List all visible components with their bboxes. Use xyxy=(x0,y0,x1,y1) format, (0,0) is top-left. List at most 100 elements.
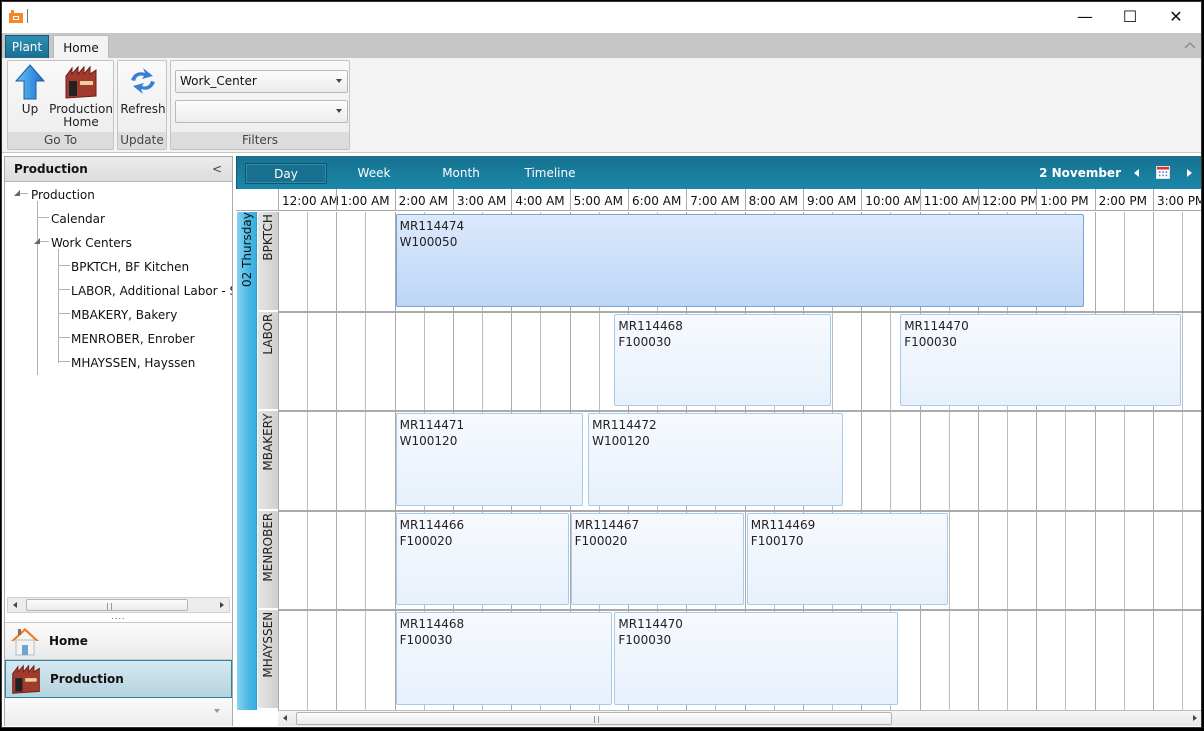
nav-overflow-bar xyxy=(5,698,232,726)
tree-item-menrober[interactable]: MENROBER, Enrober xyxy=(71,331,195,347)
work-center-filter-combo[interactable]: Work_Center xyxy=(175,70,348,93)
tree-connector xyxy=(58,249,59,363)
appointment[interactable]: MR114468 F100030 xyxy=(395,612,613,705)
scroll-right-icon[interactable] xyxy=(1193,715,1197,721)
nav-home-label: Home xyxy=(49,634,88,648)
previous-day-icon[interactable] xyxy=(1134,169,1139,177)
time-ruler: 12:00 AM 1:00 AM 2:00 AM 3:00 AM 4:00 AM 5:00… xyxy=(236,189,1201,211)
tree-connector xyxy=(58,313,70,314)
home-icon xyxy=(11,628,39,656)
tree-item-mhayssen[interactable]: MHAYSSEN, Hayssen xyxy=(71,355,195,371)
appointment-id: MR114466 xyxy=(399,517,465,532)
view-week-button[interactable]: Week xyxy=(337,163,411,184)
scroll-left-icon[interactable] xyxy=(13,602,17,608)
resource-header-menrober: MENROBER xyxy=(258,510,278,610)
resource-label: MENROBER xyxy=(261,512,275,582)
view-day-button[interactable]: Day xyxy=(245,163,327,184)
up-button[interactable]: Up xyxy=(12,64,48,116)
panel-collapse-button[interactable]: < xyxy=(212,157,222,182)
appointment[interactable]: MR114472 W100120 xyxy=(588,413,843,506)
scroll-left-icon[interactable] xyxy=(283,715,287,721)
appointment[interactable]: MR114470 F100030 xyxy=(614,612,899,705)
view-month-button[interactable]: Month xyxy=(423,163,499,184)
group-label-goto: Go To xyxy=(8,132,113,149)
scroll-thumb[interactable] xyxy=(26,599,188,611)
appointment-id: MR114472 xyxy=(592,418,657,433)
scroll-right-icon[interactable] xyxy=(220,602,224,608)
production-home-label-2: Home xyxy=(63,115,99,129)
appointment-item: F100170 xyxy=(750,533,804,548)
tree-item-bpktch[interactable]: BPKTCH, BF Kitchen xyxy=(71,259,189,275)
tree-horizontal-scrollbar[interactable] xyxy=(7,597,230,613)
appointment[interactable]: MR114470 F100030 xyxy=(900,313,1182,407)
tree-connector xyxy=(58,289,70,290)
nav-production-button[interactable]: Production xyxy=(5,660,232,698)
tab-home[interactable]: Home xyxy=(53,35,109,59)
tree-connector xyxy=(58,361,70,362)
tree-connector xyxy=(37,201,38,375)
close-button[interactable]: ✕ xyxy=(1153,2,1199,30)
tree-item-calendar[interactable]: Calendar xyxy=(51,211,105,227)
resource-header-mbakery: MBAKERY xyxy=(258,411,278,510)
time-slot-label: 3:00 AM xyxy=(452,189,511,211)
thumb-grip-icon xyxy=(594,716,599,723)
calendar-picker-icon[interactable] xyxy=(1156,166,1170,179)
appointment-id: MR114468 xyxy=(399,617,465,632)
thumb-grip-icon xyxy=(107,603,112,610)
up-label: Up xyxy=(21,102,39,116)
nav-home-button[interactable]: Home xyxy=(5,622,232,660)
ribbon-collapse-icon[interactable] xyxy=(1183,38,1197,52)
day-label: 02 Thursday xyxy=(240,212,254,287)
appointment[interactable]: MR114471 W100120 xyxy=(395,413,584,506)
tree-item-labor[interactable]: LABOR, Additional Labor - Sta xyxy=(71,283,232,299)
time-slot-label: 8:00 AM xyxy=(744,189,803,211)
tab-plant[interactable]: Plant xyxy=(5,35,49,58)
chevron-down-icon xyxy=(336,109,342,113)
refresh-button[interactable]: Refresh xyxy=(120,64,166,116)
tree-item-mbakery[interactable]: MBAKERY, Bakery xyxy=(71,307,177,323)
tree-item-work-centers[interactable]: Work Centers xyxy=(51,235,132,251)
appointment[interactable]: MR114474 W100050 xyxy=(395,214,1084,307)
appointment[interactable]: MR114469 F100170 xyxy=(746,512,948,606)
scroll-thumb[interactable] xyxy=(296,712,892,725)
time-slot-label: 6:00 AM xyxy=(627,189,686,211)
time-slot-label: 5:00 AM xyxy=(569,189,628,211)
time-slot-label: 12:00 AM xyxy=(278,189,339,211)
schedule-horizontal-scrollbar[interactable] xyxy=(278,710,1201,726)
appointment-item: W100050 xyxy=(399,235,458,249)
panel-resize-grip[interactable]: .... xyxy=(5,613,232,622)
appointment-item: F100030 xyxy=(399,633,453,648)
panel-title: Production xyxy=(14,162,88,176)
ribbon-group-update: Refresh Update xyxy=(117,60,167,150)
factory-icon xyxy=(65,65,97,99)
maximize-button[interactable]: ☐ xyxy=(1107,2,1153,30)
next-day-icon[interactable] xyxy=(1187,169,1192,177)
view-timeline-button[interactable]: Timeline xyxy=(515,163,585,184)
appointment[interactable]: MR114467 F100020 xyxy=(570,512,744,606)
grid-line xyxy=(1123,212,1125,710)
minimize-button[interactable]: — xyxy=(1062,2,1108,30)
production-home-button[interactable]: Production Home xyxy=(49,64,113,129)
tree-item-production[interactable]: Production xyxy=(31,187,95,203)
appointment[interactable]: MR114468 F100030 xyxy=(614,313,832,407)
chevron-down-icon xyxy=(336,79,342,83)
grid-line xyxy=(1094,212,1096,710)
ribbon-group-goto: Up Production Home Go To xyxy=(7,60,114,150)
appointment-item: F100030 xyxy=(904,334,957,349)
appointment-item: F100020 xyxy=(574,533,628,548)
appointment-item: W100120 xyxy=(592,434,650,449)
tree-connector xyxy=(58,265,70,266)
appointment[interactable]: MR114466 F100020 xyxy=(395,512,569,606)
appointment-id: MR114474 xyxy=(399,219,465,233)
resource-header-bpktch: BPKTCH xyxy=(258,212,278,311)
navigation-panel: Production < Production Calendar Work Ce… xyxy=(4,156,233,726)
tree-connector xyxy=(40,241,49,242)
appointment-item: W100120 xyxy=(399,434,458,449)
overflow-menu-icon[interactable] xyxy=(214,709,220,713)
resource-header-labor: LABOR xyxy=(258,311,278,411)
panel-header: Production < xyxy=(5,157,232,182)
grid-line xyxy=(1152,212,1154,710)
title-separator xyxy=(27,9,28,23)
ribbon-body: Up Production Home Go To Refresh Update … xyxy=(2,58,1201,153)
secondary-filter-combo[interactable] xyxy=(175,100,348,123)
